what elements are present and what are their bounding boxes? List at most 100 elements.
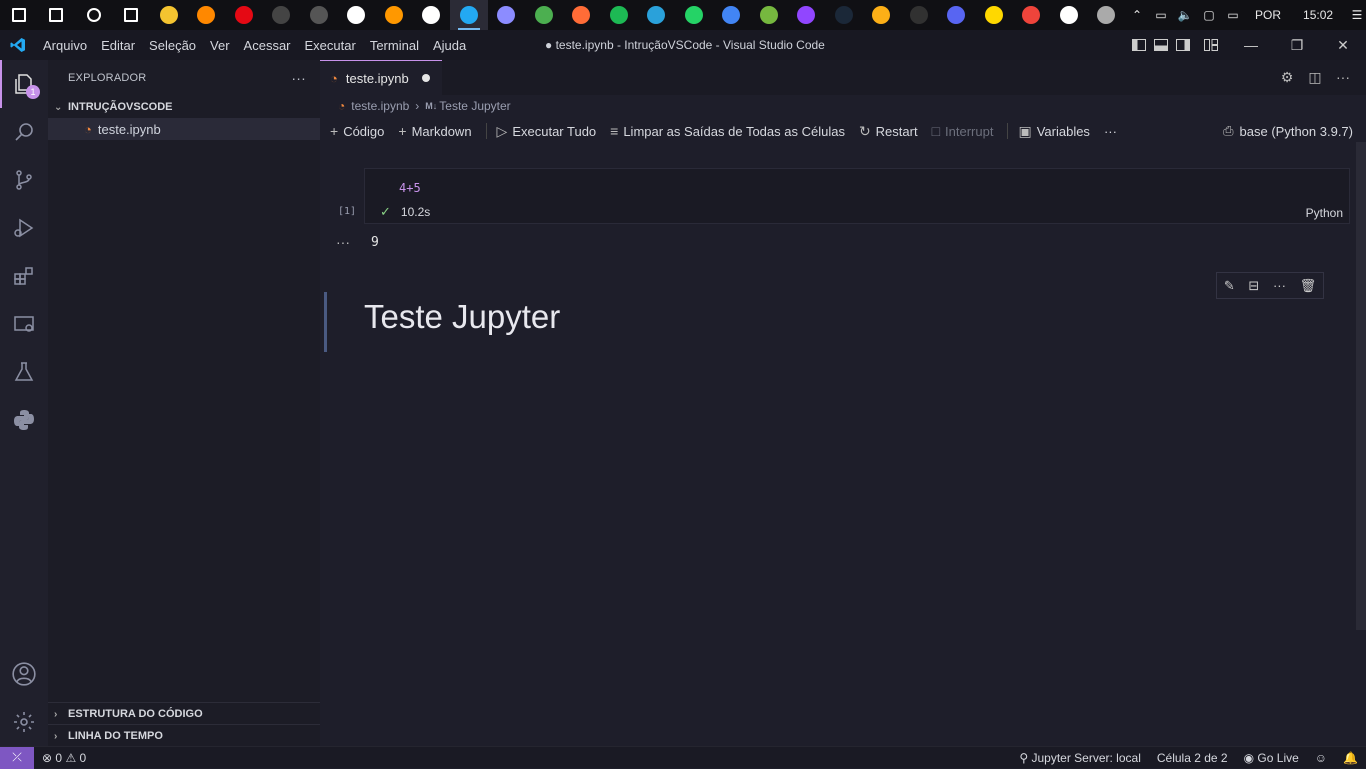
shield-app-icon[interactable] (525, 0, 563, 30)
toggle-secondary-sidebar-icon[interactable] (1172, 30, 1194, 60)
add-markdown-button[interactable]: + Markdown (398, 123, 471, 139)
more-actions-icon[interactable]: ··· (1334, 68, 1352, 86)
rockstar-icon[interactable] (863, 0, 901, 30)
menu-item-5[interactable]: Executar (298, 38, 363, 53)
windows-start-icon[interactable] (0, 0, 38, 30)
run-debug-icon[interactable] (0, 204, 48, 252)
menu-item-2[interactable]: Seleção (142, 38, 203, 53)
output-more-icon[interactable]: ··· (336, 234, 350, 250)
extensions-icon[interactable] (0, 252, 48, 300)
customize-layout-icon[interactable] (1194, 30, 1228, 60)
chrome-icon[interactable] (713, 0, 751, 30)
outline-section-header[interactable]: › ESTRUTURA DO CÓDIGO (48, 703, 320, 725)
sticky-notes-icon[interactable] (975, 0, 1013, 30)
notion-icon[interactable] (413, 0, 451, 30)
postman-icon[interactable] (563, 0, 601, 30)
close-button[interactable]: ✕ (1320, 30, 1366, 60)
remote-explorer-icon[interactable] (0, 300, 48, 348)
menu-item-7[interactable]: Ajuda (426, 38, 473, 53)
breadcrumb-file[interactable]: teste.ipynb (351, 99, 409, 113)
gear-icon[interactable]: ⚙ (1278, 68, 1296, 86)
clear-outputs-button[interactable]: ≡ Limpar as Saídas de Todas as Células (610, 123, 845, 139)
utorrent-icon[interactable] (750, 0, 788, 30)
feedback-icon[interactable]: ☺ (1307, 751, 1335, 765)
cell-more-icon[interactable]: ··· (1273, 278, 1286, 293)
search-icon[interactable] (0, 108, 48, 156)
file-explorer-icon[interactable] (150, 0, 188, 30)
accounts-icon[interactable] (0, 650, 48, 698)
menu-item-1[interactable]: Editar (94, 38, 142, 53)
menu-item-0[interactable]: Arquivo (36, 38, 94, 53)
spotify-icon[interactable] (600, 0, 638, 30)
toggle-panel-icon[interactable] (1150, 30, 1172, 60)
github-icon[interactable] (300, 0, 338, 30)
cortana-icon[interactable] (75, 0, 113, 30)
tab-teste-ipynb[interactable]: ◔ teste.ipynb (320, 60, 442, 95)
folder-section-header[interactable]: ⌄ INTRUÇÃOVSCODE (48, 96, 320, 118)
sublime-icon[interactable] (375, 0, 413, 30)
language-indicator[interactable]: POR (1245, 8, 1291, 22)
steam-icon[interactable] (825, 0, 863, 30)
search-icon[interactable] (38, 0, 76, 30)
kernel-picker[interactable]: ⎙ base (Python 3.9.7) (1223, 123, 1353, 139)
bell-icon[interactable]: 🔔 (1335, 751, 1366, 765)
run-all-button[interactable]: ▷ Executar Tudo (497, 123, 597, 140)
code-cell[interactable]: 4+5 (364, 168, 1350, 224)
discord-icon[interactable] (938, 0, 976, 30)
edit-pencil-icon[interactable]: ✎ (1224, 278, 1235, 294)
volume-icon[interactable]: 🔈 (1173, 0, 1197, 30)
clock[interactable]: 15:02 (1291, 8, 1345, 22)
battery-icon[interactable]: ▭ (1221, 0, 1245, 30)
store-icon[interactable] (1050, 0, 1088, 30)
task-view-icon[interactable] (113, 0, 151, 30)
menu-item-4[interactable]: Acessar (237, 38, 298, 53)
restore-button[interactable]: ❐ (1274, 30, 1320, 60)
toggle-sidebar-icon[interactable] (1128, 30, 1150, 60)
vscode-icon[interactable] (450, 0, 488, 30)
terminal-icon[interactable] (263, 0, 301, 30)
breadcrumb-heading[interactable]: Teste Jupyter (439, 99, 510, 113)
jupyter-server-status[interactable]: ⚲ Jupyter Server: local (1011, 751, 1149, 765)
remote-indicator-icon[interactable]: ⤫ (0, 746, 34, 769)
netflix-icon[interactable] (225, 0, 263, 30)
twitch-icon[interactable] (788, 0, 826, 30)
app-extra-icon[interactable] (1088, 0, 1126, 30)
minimize-button[interactable]: — (1228, 30, 1274, 60)
epic-games-icon[interactable] (900, 0, 938, 30)
explorer-more-icon[interactable]: ··· (291, 70, 306, 86)
app-icon[interactable] (488, 0, 526, 30)
chevron-up-icon[interactable]: ⌃ (1125, 0, 1149, 30)
add-code-button[interactable]: + Código (330, 123, 384, 139)
network-icon[interactable]: ▢ (1197, 0, 1221, 30)
source-control-icon[interactable] (0, 156, 48, 204)
explorer-icon[interactable]: 1 (0, 60, 48, 108)
variables-button[interactable]: ▣ Variables (1018, 123, 1089, 140)
split-editor-icon[interactable]: ◫ (1306, 68, 1324, 86)
meet-now-icon[interactable]: ▭ (1149, 0, 1173, 30)
restart-button[interactable]: ↻ Restart (859, 123, 918, 140)
cell-language[interactable]: Python (1306, 206, 1343, 220)
interrupt-button[interactable]: □ Interrupt (932, 123, 994, 139)
timeline-section-header[interactable]: › LINHA DO TEMPO (48, 725, 320, 747)
menu-item-3[interactable]: Ver (203, 38, 237, 53)
unsaved-dot-icon[interactable] (422, 74, 430, 82)
vlc-icon[interactable] (188, 0, 226, 30)
settings-gear-icon[interactable] (0, 698, 48, 746)
python-icon[interactable] (0, 396, 48, 444)
problems-indicator[interactable]: ⊗ 0 ⚠ 0 (34, 751, 94, 765)
file-item-teste-ipynb[interactable]: ◔ teste.ipynb (48, 118, 320, 140)
notifications-icon[interactable]: ☰ (1345, 0, 1366, 30)
pinwheel-icon[interactable] (338, 0, 376, 30)
go-live-button[interactable]: ◉ Go Live (1236, 751, 1307, 765)
anydesk-icon[interactable] (1013, 0, 1051, 30)
scrollbar[interactable] (1356, 142, 1366, 630)
markdown-heading[interactable]: Teste Jupyter (364, 298, 560, 336)
cell-position[interactable]: Célula 2 de 2 (1149, 751, 1236, 765)
split-cell-icon[interactable]: ⊟ (1248, 278, 1259, 294)
menu-item-6[interactable]: Terminal (363, 38, 426, 53)
telegram-icon[interactable] (638, 0, 676, 30)
whatsapp-icon[interactable] (675, 0, 713, 30)
toolbar-more-button[interactable]: ··· (1104, 124, 1117, 139)
testing-icon[interactable] (0, 348, 48, 396)
delete-trash-icon[interactable]: 🗑 (1300, 278, 1317, 294)
